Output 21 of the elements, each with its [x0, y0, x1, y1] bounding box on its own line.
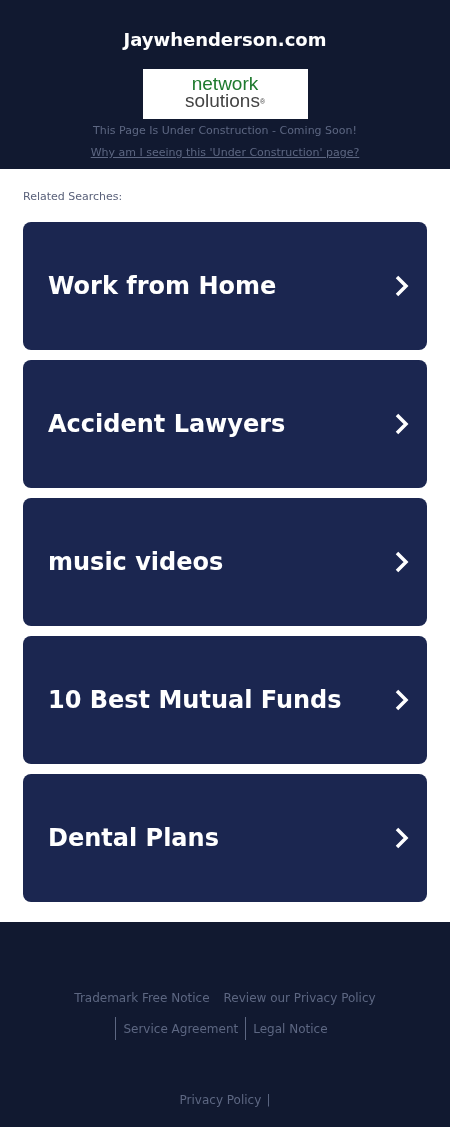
search-link[interactable]: Accident Lawyers — [23, 360, 427, 488]
search-link[interactable]: Dental Plans — [23, 774, 427, 902]
footer-link[interactable]: Service Agreement — [123, 1022, 239, 1036]
search-link[interactable]: 10 Best Mutual Funds — [23, 636, 427, 764]
construction-notice: This Page Is Under Construction - Coming Soon! — [92, 123, 358, 139]
separator: | — [266, 1093, 271, 1107]
search-link[interactable]: Work from Home — [23, 222, 427, 350]
chevron-icon — [395, 413, 409, 435]
chevron-icon — [395, 689, 409, 711]
logo: network solutions$^{®}$ — [142, 69, 308, 119]
search-link[interactable]: music videos — [23, 498, 427, 626]
footer-link[interactable]: Legal Notice — [253, 1022, 328, 1036]
site-title: Jaywhenderson.com — [121, 28, 328, 52]
chevron-icon — [395, 827, 409, 849]
footer-link[interactable]: Review our Privacy Policy — [223, 991, 376, 1005]
chevron-icon — [395, 275, 409, 297]
privacy-link[interactable]: Privacy Policy — [179, 1093, 262, 1107]
info-link[interactable]: Why am I seeing this 'Under Construction' page? — [90, 146, 360, 159]
chevron-icon — [395, 551, 409, 573]
section-label: Related Searches: — [23, 189, 124, 205]
footer-link[interactable]: Trademark Free Notice — [74, 991, 210, 1005]
